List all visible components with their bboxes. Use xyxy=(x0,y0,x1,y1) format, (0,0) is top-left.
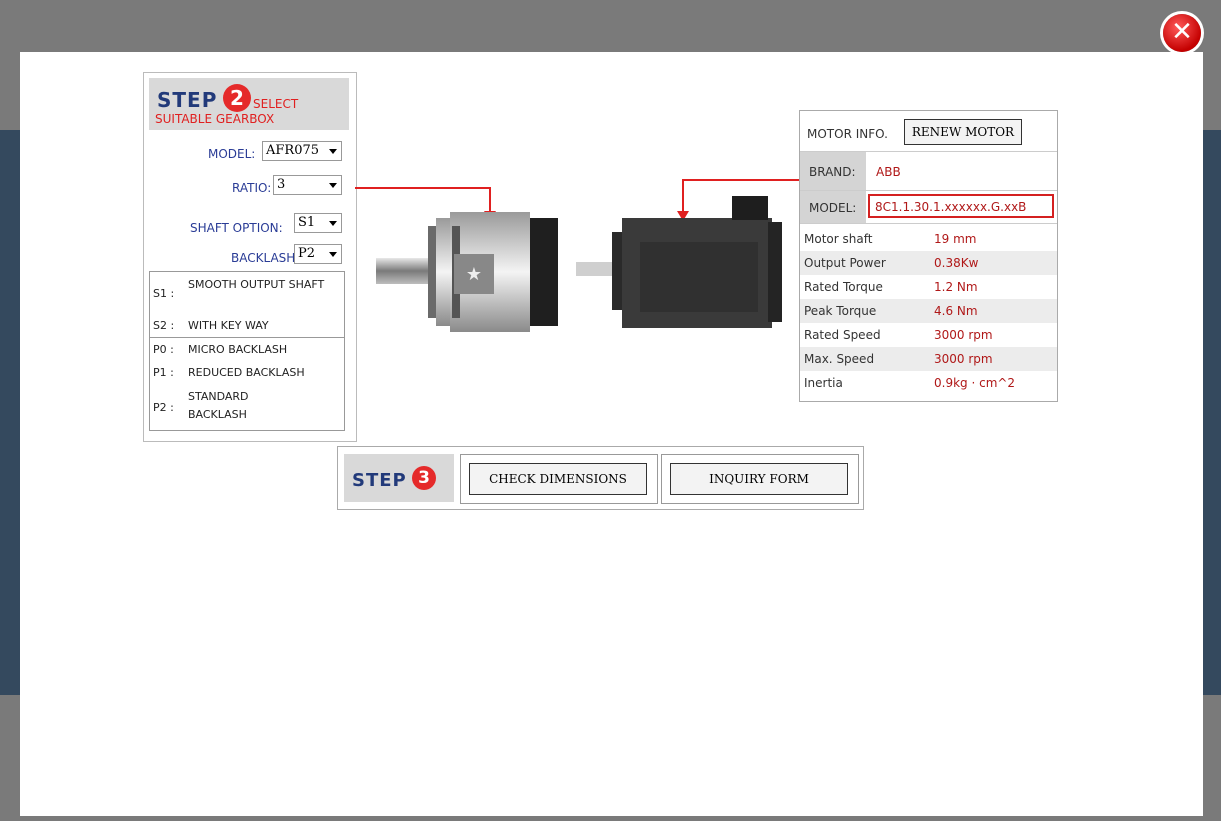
spec-row: Rated Speed 3000 rpm xyxy=(800,323,1057,347)
servo-motor-image xyxy=(576,196,782,328)
spec-row: Motor shaft 19 mm xyxy=(800,227,1057,251)
step3-word: STEP xyxy=(352,470,407,491)
step2-panel: STEP 2 SELECT SUITABLE GEARBOX MODEL: AF… xyxy=(143,72,357,442)
backlash-select[interactable]: P2 xyxy=(294,244,342,264)
step2-subtitle-line1: SELECT xyxy=(253,97,299,111)
chevron-down-icon xyxy=(329,149,337,154)
motor-info-panel: MOTOR INFO. RENEW MOTOR BRAND: ABB MODEL… xyxy=(799,110,1058,402)
shaft-option-label: SHAFT OPTION: xyxy=(190,221,283,235)
spec-label: Output Power xyxy=(804,256,886,270)
inquiry-form-button[interactable]: INQUIRY FORM xyxy=(670,463,848,495)
spec-row: Output Power 0.38Kw xyxy=(800,251,1057,275)
motor-model-value: 8C1.1.30.1.xxxxxx.G.xxB xyxy=(875,200,1027,214)
motor-info-label: MOTOR INFO. xyxy=(807,127,888,141)
inquiry-form-wrap: INQUIRY FORM xyxy=(661,454,859,504)
spec-value: 3000 rpm xyxy=(934,328,993,342)
legend-code: P1 : xyxy=(153,366,174,379)
spec-label: Rated Torque xyxy=(804,280,883,294)
chevron-down-icon xyxy=(329,252,337,257)
gearbox-model-label: MODEL: xyxy=(208,147,256,161)
motor-model-row: MODEL: 8C1.1.30.1.xxxxxx.G.xxB xyxy=(800,191,1057,224)
backlash-value: P2 xyxy=(298,246,316,261)
shaft-option-select[interactable]: S1 xyxy=(294,213,342,233)
motor-model-label: MODEL: xyxy=(809,201,857,215)
spec-value: 0.38Kw xyxy=(934,256,979,270)
spec-row: Max. Speed 3000 rpm xyxy=(800,347,1057,371)
spec-value: 3000 rpm xyxy=(934,352,993,366)
ratio-select[interactable]: 3 xyxy=(273,175,342,195)
spec-label: Peak Torque xyxy=(804,304,877,318)
chevron-down-icon xyxy=(329,221,337,226)
spec-value: 4.6 Nm xyxy=(934,304,978,318)
check-dimensions-wrap: CHECK DIMENSIONS xyxy=(460,454,658,504)
step2-header: STEP 2 SELECT SUITABLE GEARBOX xyxy=(149,78,349,130)
step2-number-icon: 2 xyxy=(223,84,251,112)
spec-label: Inertia xyxy=(804,376,843,390)
legend-code: S1 : xyxy=(153,287,175,300)
shaft-option-value: S1 xyxy=(298,215,316,230)
spec-row: Inertia 0.9kg · cm^2 xyxy=(800,371,1057,395)
motor-info-header: MOTOR INFO. RENEW MOTOR xyxy=(800,111,1057,152)
brand-value: ABB xyxy=(876,165,901,179)
step3-header: STEP 3 xyxy=(344,454,454,502)
step3-number-icon: 3 xyxy=(412,466,436,490)
gearbox-model-value: AFR075 xyxy=(266,143,320,158)
legend-code: P0 : xyxy=(153,343,174,356)
spec-row: Rated Torque 1.2 Nm xyxy=(800,275,1057,299)
spec-label: Rated Speed xyxy=(804,328,881,342)
step2-subtitle-line2: SUITABLE GEARBOX xyxy=(155,112,275,126)
renew-motor-button[interactable]: RENEW MOTOR xyxy=(904,119,1022,145)
motor-model-field[interactable]: 8C1.1.30.1.xxxxxx.G.xxB xyxy=(868,194,1054,218)
legend-text: REDUCED BACKLASH xyxy=(188,366,305,379)
brand-label: BRAND: xyxy=(809,165,856,179)
option-legend: S1 : SMOOTH OUTPUT SHAFT S2 : WITH KEY W… xyxy=(149,271,345,431)
legend-code: P2 : xyxy=(153,401,174,414)
check-dimensions-button[interactable]: CHECK DIMENSIONS xyxy=(469,463,647,495)
spec-label: Max. Speed xyxy=(804,352,875,366)
step2-word: STEP xyxy=(157,88,218,112)
svg-text:★: ★ xyxy=(466,264,482,285)
gearbox-image: ★ xyxy=(376,212,558,332)
spec-value: 19 mm xyxy=(934,232,977,246)
legend-text: MICRO BACKLASH xyxy=(188,343,288,356)
spec-value: 1.2 Nm xyxy=(934,280,978,294)
connector-line xyxy=(355,187,491,189)
ratio-value: 3 xyxy=(277,177,286,192)
spec-label: Motor shaft xyxy=(804,232,873,246)
connector-line xyxy=(682,179,800,181)
ratio-label: RATIO: xyxy=(232,181,272,195)
gearbox-model-select[interactable]: AFR075 xyxy=(262,141,342,161)
close-icon[interactable]: ✕ xyxy=(1163,14,1201,52)
legend-text: WITH KEY WAY xyxy=(188,319,269,332)
connector-line xyxy=(489,187,491,212)
legend-code: S2 : xyxy=(153,319,175,332)
legend-text: SMOOTH OUTPUT SHAFT xyxy=(188,278,325,291)
brand-row: BRAND: ABB xyxy=(800,152,1057,191)
backlash-label: BACKLASH: xyxy=(231,251,300,265)
spec-value: 0.9kg · cm^2 xyxy=(934,376,1016,390)
legend-text: STANDARD BACKLASH xyxy=(188,390,249,421)
step3-panel: STEP 3 CHECK DIMENSIONS INQUIRY FORM xyxy=(337,446,864,510)
spec-row: Peak Torque 4.6 Nm xyxy=(800,299,1057,323)
chevron-down-icon xyxy=(329,183,337,188)
legend-divider xyxy=(150,337,344,338)
